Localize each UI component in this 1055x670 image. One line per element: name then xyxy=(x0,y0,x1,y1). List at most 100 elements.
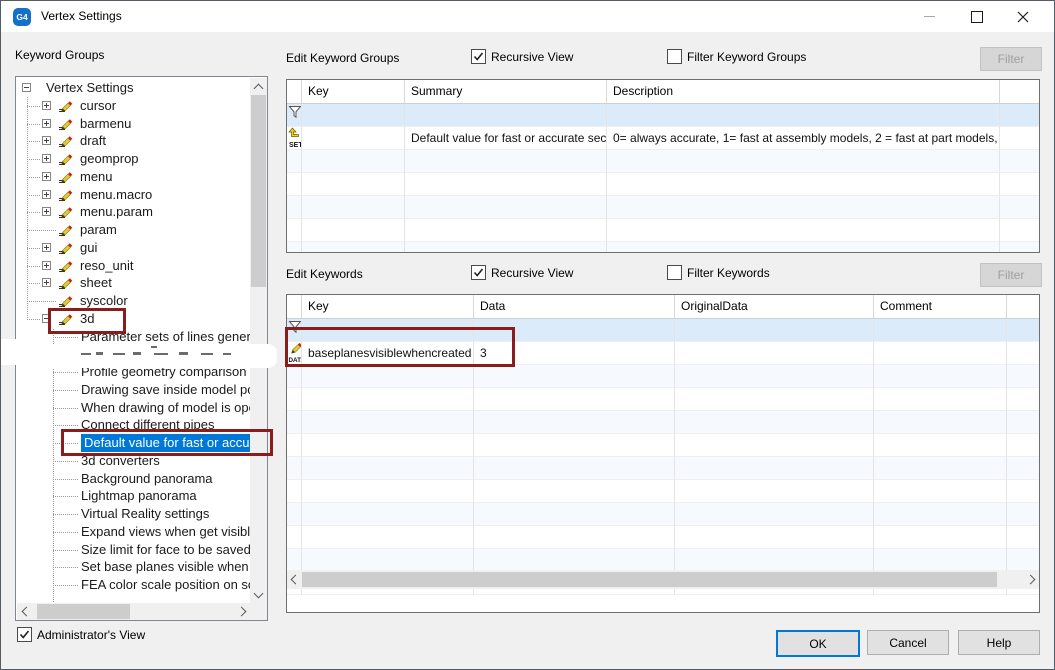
grid-empty-row[interactable] xyxy=(287,526,1040,549)
tree-item[interactable]: Size limit for face to be saved at xyxy=(17,541,250,559)
edit-keyword-groups-label: Edit Keyword Groups xyxy=(286,51,399,65)
tree-expand-icon[interactable] xyxy=(42,154,51,163)
tree-item[interactable]: menu.macro xyxy=(17,186,250,204)
tree-item[interactable]: barmenu xyxy=(17,115,250,133)
grid-empty-row[interactable] xyxy=(287,388,1040,411)
tree-item[interactable]: menu xyxy=(17,168,250,186)
tree-expand-icon[interactable] xyxy=(42,207,51,216)
grid-cell xyxy=(1007,503,1040,526)
grid-empty-row[interactable] xyxy=(287,242,1040,253)
cancel-button[interactable]: Cancel xyxy=(867,630,949,655)
recursive-view-keywords-checkbox[interactable]: Recursive View xyxy=(471,265,573,280)
grid-empty-row[interactable] xyxy=(287,411,1040,434)
grid-cell[interactable] xyxy=(302,104,405,127)
grid-cell xyxy=(302,127,405,150)
tree-item[interactable]: gui xyxy=(17,239,250,257)
tree-horizontal-scrollbar[interactable] xyxy=(17,603,250,620)
filter-keywords-button[interactable]: Filter xyxy=(980,263,1042,287)
column-header-key[interactable]: Key xyxy=(302,295,474,319)
tree-item[interactable]: menu.param xyxy=(17,203,250,221)
grid-empty-row[interactable] xyxy=(287,480,1040,503)
column-header-comment[interactable]: Comment xyxy=(874,295,1007,319)
tree-collapse-icon[interactable] xyxy=(22,83,31,92)
grid-empty-row[interactable] xyxy=(287,503,1040,526)
filter-groups-button[interactable]: Filter xyxy=(980,47,1042,71)
tree-item[interactable]: When drawing of model is open xyxy=(17,399,250,417)
filter-funnel-icon[interactable] xyxy=(287,104,302,127)
tree-hscroll-thumb[interactable] xyxy=(37,604,130,619)
tree-vscroll-thumb[interactable] xyxy=(251,95,266,287)
scroll-right-icon[interactable] xyxy=(1026,575,1036,585)
tree-guide-stub xyxy=(27,301,57,302)
tree-item[interactable]: Vertex Settings xyxy=(17,79,250,97)
grid-data-row[interactable]: SETDefault value for fast or accurate se… xyxy=(287,127,1040,150)
grid-empty-row[interactable] xyxy=(287,365,1040,388)
tree-viewport[interactable]: Vertex Settingscursorbarmenudraftgeompro… xyxy=(17,78,250,603)
tree-item[interactable]: Set base planes visible when nev xyxy=(17,558,250,576)
ok-button[interactable]: OK xyxy=(776,630,860,657)
tree-item[interactable]: FEA color scale position on scree xyxy=(17,576,250,594)
scroll-right-icon[interactable] xyxy=(237,607,247,617)
scroll-left-icon[interactable] xyxy=(22,607,32,617)
keywords-hscroll-thumb[interactable] xyxy=(302,572,997,587)
filter-keywords-checkbox[interactable]: Filter Keywords xyxy=(667,265,770,280)
tree-item[interactable]: Background panorama xyxy=(17,470,250,488)
grid-cell xyxy=(1000,219,1040,242)
tree-expand-icon[interactable] xyxy=(42,101,51,110)
grid-cell xyxy=(302,503,474,526)
tree-item[interactable]: param xyxy=(17,221,250,239)
tree-expand-icon[interactable] xyxy=(42,136,51,145)
column-header-summary[interactable]: Summary xyxy=(405,80,607,104)
tree-item[interactable]: geomprop xyxy=(17,150,250,168)
close-button[interactable] xyxy=(1000,1,1046,32)
column-header-originaldata[interactable]: OriginalData xyxy=(675,295,874,319)
annotation-box-selected-item xyxy=(61,429,273,456)
grid-cell[interactable] xyxy=(1007,319,1040,342)
tree-vertical-scrollbar[interactable] xyxy=(250,78,267,603)
grid-cell[interactable] xyxy=(1000,104,1040,127)
maximize-button[interactable] xyxy=(953,1,999,32)
grid-cell[interactable] xyxy=(405,104,607,127)
tree-expand-icon[interactable] xyxy=(42,278,51,287)
tree-expand-icon[interactable] xyxy=(42,119,51,128)
tree-item[interactable]: Lightmap panorama xyxy=(17,487,250,505)
minimize-button[interactable] xyxy=(906,1,952,32)
tree-item[interactable]: Virtual Reality settings xyxy=(17,505,250,523)
grid-empty-row[interactable] xyxy=(287,549,1040,572)
column-header-key[interactable]: Key xyxy=(302,80,405,104)
grid-empty-row[interactable] xyxy=(287,434,1040,457)
grid-filter-row[interactable] xyxy=(287,104,1040,127)
grid-cell[interactable] xyxy=(874,319,1007,342)
grid-cell[interactable] xyxy=(607,104,1000,127)
scroll-up-icon[interactable] xyxy=(254,84,264,94)
tree-item[interactable]: Drawing save inside model poss xyxy=(17,381,250,399)
grid-cell[interactable] xyxy=(675,319,874,342)
tree-expand-icon[interactable] xyxy=(42,190,51,199)
tree-expand-icon[interactable] xyxy=(42,172,51,181)
keyword-groups-grid[interactable]: KeySummaryDescription SETDefault value fo… xyxy=(286,79,1040,253)
keywords-grid-hscrollbar[interactable] xyxy=(287,570,1039,589)
tree-item[interactable]: sheet xyxy=(17,274,250,292)
administrators-view-checkbox[interactable]: Administrator's View xyxy=(17,627,145,642)
scroll-left-icon[interactable] xyxy=(291,575,301,585)
filter-keyword-groups-checkbox[interactable]: Filter Keyword Groups xyxy=(667,49,806,64)
title-bar[interactable]: G4 Vertex Settings xyxy=(1,1,1054,32)
tree-item[interactable]: cursor xyxy=(17,97,250,115)
help-button[interactable]: Help xyxy=(958,630,1040,655)
tree-expand-icon[interactable] xyxy=(42,261,51,270)
grid-cell xyxy=(287,388,302,411)
grid-empty-row[interactable] xyxy=(287,219,1040,242)
grid-empty-row[interactable] xyxy=(287,196,1040,219)
recursive-view-groups-checkbox[interactable]: Recursive View xyxy=(471,49,573,64)
grid-empty-row[interactable] xyxy=(287,457,1040,480)
grid-cell xyxy=(874,480,1007,503)
scroll-down-icon[interactable] xyxy=(254,589,264,599)
grid-empty-row[interactable] xyxy=(287,173,1040,196)
tree-item[interactable]: reso_unit xyxy=(17,257,250,275)
tree-item[interactable]: draft xyxy=(17,132,250,150)
column-header-data[interactable]: Data xyxy=(474,295,675,319)
grid-empty-row[interactable] xyxy=(287,150,1040,173)
tree-item[interactable]: Expand views when get visible fa xyxy=(17,523,250,541)
column-header-description[interactable]: Description xyxy=(607,80,1000,104)
tree-expand-icon[interactable] xyxy=(42,243,51,252)
